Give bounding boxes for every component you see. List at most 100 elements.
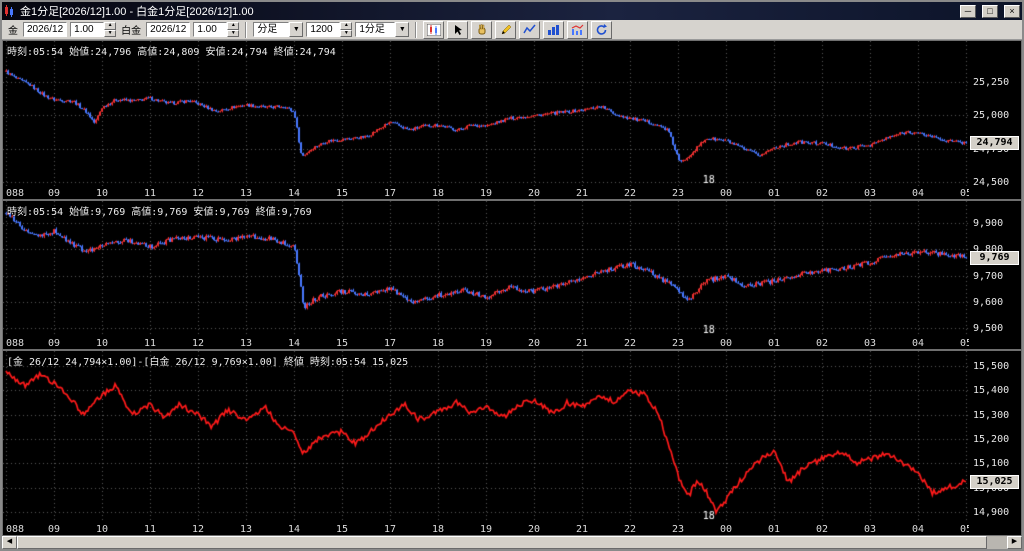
pointer-tool-button[interactable] (447, 20, 469, 39)
period-type-dropdown[interactable]: 分足 ▼ (253, 22, 304, 37)
candlestick-chart-button[interactable] (423, 20, 445, 39)
time-axis-label: 18 (431, 188, 445, 199)
pencil-tool-button[interactable] (495, 20, 517, 39)
price-axis-label: 9,900 (973, 218, 1004, 230)
gold-last-price-badge: 24,794 (970, 135, 1019, 150)
time-axis-label: 12 (191, 524, 205, 535)
platinum-price-axis: 9,769 9,9009,8009,7009,6009,500 (969, 201, 1021, 349)
time-axis-label: 13 (239, 188, 253, 199)
bar-chart-button[interactable] (543, 20, 565, 39)
price-axis-label: 15,300 (973, 409, 1010, 421)
time-axis-label: 10 (95, 338, 109, 349)
scrollbar-track[interactable] (17, 536, 1007, 549)
time-axis-label: 09 (47, 524, 61, 535)
time-axis-label: 11 (143, 188, 157, 199)
time-axis-label: 15 (335, 524, 349, 535)
time-axis-label: 088 (6, 188, 25, 199)
platinum-ratio-down-icon[interactable]: ▼ (227, 29, 240, 37)
mixed-chart-button[interactable] (567, 20, 589, 39)
time-axis-label: 19 (479, 524, 493, 535)
refresh-icon (597, 23, 608, 35)
bar-count-up-icon[interactable]: ▲ (340, 22, 353, 30)
mixed-chart-icon (572, 24, 584, 35)
bar-chart-icon (548, 24, 560, 35)
gold-ratio-input[interactable]: 1.00 (70, 22, 105, 37)
spread-last-price-badge: 15,025 (970, 474, 1019, 489)
gold-ratio-up-icon[interactable]: ▲ (104, 22, 117, 30)
time-axis-label: 17 (383, 188, 397, 199)
gold-label: 金 (8, 26, 18, 37)
window-title: 金1分足[2026/12]1.00 - 白金1分足[2026/12]1.00 (20, 6, 254, 18)
time-axis-label: 13 (239, 338, 253, 349)
refresh-button[interactable] (591, 20, 613, 39)
hand-tool-button[interactable] (471, 20, 493, 39)
gold-chart-canvas[interactable] (3, 41, 969, 186)
time-axis-label: 01 (767, 524, 781, 535)
bar-count-down-icon[interactable]: ▼ (340, 29, 353, 37)
platinum-contract-month[interactable]: 2026/12 (146, 22, 191, 37)
time-axis-label: 04 (911, 188, 925, 199)
minimize-button[interactable]: ─ (960, 4, 976, 18)
price-axis-label: 25,250 (973, 77, 1010, 89)
interval-arrow-icon[interactable]: ▼ (395, 22, 410, 37)
toolbar-separator (245, 21, 248, 38)
scroll-right-icon[interactable]: ▶ (1007, 536, 1022, 549)
platinum-ratio-input[interactable]: 1.00 (193, 22, 228, 37)
bar-count-input[interactable]: 1200 (306, 22, 341, 37)
price-axis-label: 15,100 (973, 458, 1010, 470)
gold-contract-month[interactable]: 2026/12 (23, 22, 68, 37)
spread-chart-canvas[interactable] (3, 351, 969, 522)
interval-dropdown[interactable]: 1分足 ▼ (355, 22, 410, 37)
candlestick-chart-icon (426, 23, 441, 36)
scrollbar-thumb[interactable] (17, 536, 988, 549)
time-axis-label: 00 (719, 524, 733, 535)
time-axis-label: 10 (95, 188, 109, 199)
scroll-left-icon[interactable]: ◀ (2, 536, 17, 549)
horizontal-scrollbar[interactable]: ◀ ▶ (2, 536, 1022, 549)
time-axis-label: 21 (575, 524, 589, 535)
price-axis-label: 14,900 (973, 507, 1010, 519)
time-axis-label: 18 (431, 338, 445, 349)
platinum-chart-info: 時刻:05:54 始値:9,769 高値:9,769 安値:9,769 終値:9… (7, 207, 312, 218)
chart-app-window: 金1分足[2026/12]1.00 - 白金1分足[2026/12]1.00 ─… (0, 0, 1024, 551)
price-axis-label: 24,500 (973, 177, 1010, 188)
platinum-chart-panel: 時刻:05:54 始値:9,769 高値:9,769 安値:9,769 終値:9… (2, 200, 1022, 350)
time-axis-label: 03 (863, 524, 877, 535)
pencil-icon (501, 24, 512, 34)
line-chart-button[interactable] (519, 20, 541, 39)
time-axis-label: 22 (623, 524, 637, 535)
time-axis-label: 17 (383, 524, 397, 535)
time-axis-label: 23 (671, 188, 685, 199)
price-axis-label: 15,200 (973, 433, 1010, 445)
platinum-ratio-up-icon[interactable]: ▲ (227, 22, 240, 30)
platinum-time-axis: 088 09 10 11 12 13 14 15 17 18 19 20 21 22 23 00 01 02 03 0… (3, 336, 972, 349)
time-axis-label: 13 (239, 524, 253, 535)
time-axis-label: 03 (863, 188, 877, 199)
time-axis-label: 14 (287, 188, 301, 199)
gold-ratio-down-icon[interactable]: ▼ (104, 29, 117, 37)
time-axis-label: 09 (47, 338, 61, 349)
gold-price-axis: 24,794 25,25025,00024,75024,500 (969, 41, 1021, 199)
time-axis-label: 20 (527, 338, 541, 349)
interval-value[interactable]: 1分足 (355, 22, 396, 37)
gold-time-axis: 088 09 10 11 12 13 14 15 17 18 19 20 21 22 23 00 01 02 03 0… (3, 186, 972, 199)
app-icon (5, 5, 13, 17)
period-type-value[interactable]: 分足 (253, 22, 290, 37)
gold-chart-panel: 時刻:05:54 始値:24,796 高値:24,809 安値:24,794 終… (2, 40, 1022, 200)
time-axis-label: 03 (863, 338, 877, 349)
time-axis-label: 14 (287, 524, 301, 535)
time-axis-label: 20 (527, 188, 541, 199)
time-axis-label: 15 (335, 338, 349, 349)
period-type-arrow-icon[interactable]: ▼ (289, 22, 304, 37)
price-axis-label: 9,500 (973, 323, 1004, 335)
time-axis-label: 22 (623, 188, 637, 199)
spread-price-axis: 15,025 15,50015,40015,30015,20015,10015,… (969, 351, 1021, 535)
time-axis-label: 00 (719, 338, 733, 349)
platinum-chart-canvas[interactable] (3, 201, 969, 336)
maximize-button[interactable]: □ (982, 4, 998, 18)
platinum-label: 白金 (121, 26, 142, 37)
price-axis-label: 15,500 (973, 360, 1010, 372)
close-button[interactable]: × (1004, 4, 1020, 18)
time-axis-label: 088 (6, 338, 25, 349)
time-axis-label: 01 (767, 188, 781, 199)
